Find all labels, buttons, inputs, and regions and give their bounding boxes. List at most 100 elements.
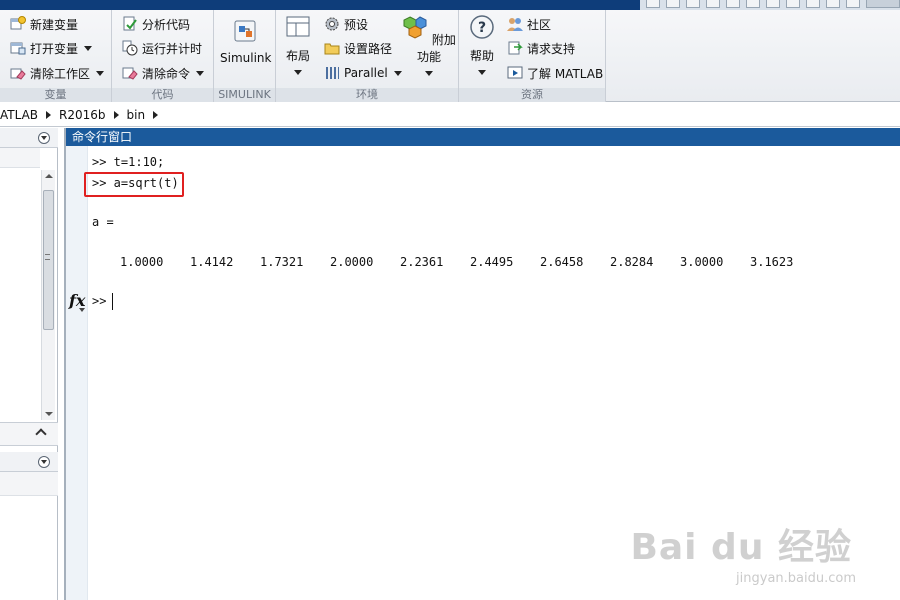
output-value: 2.6458 [540, 255, 584, 269]
current-folder-address-bar[interactable]: ATLAB R2016b bin [0, 103, 900, 127]
details-collapse-bar[interactable] [0, 422, 58, 446]
dropdown-caret-icon [425, 71, 433, 76]
request-support-button[interactable]: 请求支持 [507, 38, 575, 58]
dropdown-caret-icon [478, 70, 486, 75]
simulink-button[interactable]: Simulink [220, 14, 271, 65]
toolstrip: 新建变量 打开变量 清除工作区 变量 分析代码 运行并计时 清除命令 代码 Si… [0, 10, 900, 102]
dropdown-caret-icon [196, 70, 205, 76]
quick-access-button[interactable] [646, 0, 660, 8]
group-variable: 新建变量 打开变量 清除工作区 变量 [0, 10, 112, 102]
output-value: 3.1623 [750, 255, 794, 269]
watermark-logo: Bai du 经验 [630, 527, 852, 568]
command-prompt[interactable]: >> [92, 294, 106, 308]
run-and-time-button[interactable]: 运行并计时 [122, 38, 202, 58]
workspace-column-header [0, 472, 58, 496]
output-value: 2.8284 [610, 255, 654, 269]
quick-access-button[interactable] [746, 0, 760, 8]
layout-button[interactable]: 布局 [280, 14, 316, 78]
stopwatch-icon [122, 40, 138, 56]
quick-access-button[interactable] [666, 0, 680, 8]
column-header [0, 148, 40, 168]
quick-access-button[interactable] [766, 0, 780, 8]
search-documentation-box[interactable] [866, 0, 900, 8]
new-variable-button[interactable]: 新建变量 [10, 14, 78, 34]
breadcrumb-item[interactable]: ATLAB [0, 108, 38, 122]
quick-access-toolbar [640, 0, 900, 10]
scroll-grip-icon [45, 254, 50, 260]
output-value: 3.0000 [680, 255, 724, 269]
parallel-icon [326, 67, 339, 79]
help-circle-button[interactable] [846, 0, 860, 8]
breadcrumb-item[interactable]: bin [127, 108, 146, 122]
simulink-icon [234, 20, 256, 42]
output-value: 1.4142 [190, 255, 234, 269]
scroll-down-icon[interactable] [45, 412, 53, 416]
command-window-title: 命令行窗口 [66, 128, 900, 146]
clear-workspace-button[interactable]: 清除工作区 [10, 63, 105, 83]
preferences-button[interactable]: 预设 [324, 14, 368, 34]
workspace-panel-header [0, 452, 58, 472]
scrollbar-thumb[interactable] [43, 190, 54, 330]
learn-matlab-button[interactable]: 了解 MATLAB [507, 63, 603, 83]
layout-icon [286, 16, 310, 37]
group-resources: ? 帮助 社区 请求支持 了解 MATLAB 资源 [459, 10, 606, 102]
quick-access-button[interactable] [806, 0, 820, 8]
vertical-scrollbar[interactable] [41, 170, 55, 420]
function-browser-caret-icon[interactable] [79, 308, 85, 312]
open-variable-icon [10, 42, 26, 55]
output-value: 1.7321 [260, 255, 304, 269]
group-label-code: 代码 [112, 88, 213, 102]
learn-icon [507, 66, 523, 79]
addons-button[interactable]: 附加功能 [402, 14, 456, 79]
chevron-up-icon[interactable] [35, 428, 47, 440]
group-label-environment: 环境 [276, 88, 458, 102]
community-button[interactable]: 社区 [507, 14, 551, 34]
quick-access-button[interactable] [786, 0, 800, 8]
clear-commands-button[interactable]: 清除命令 [122, 63, 205, 83]
set-path-button[interactable]: 设置路径 [324, 38, 392, 58]
help-button[interactable]: ? 帮助 [465, 14, 499, 78]
group-label-resources: 资源 [459, 88, 605, 102]
command-gutter [66, 146, 88, 600]
scroll-up-icon[interactable] [45, 174, 53, 178]
breadcrumb-separator-icon[interactable] [46, 110, 52, 119]
quick-access-button[interactable] [826, 0, 840, 8]
group-simulink: Simulink SIMULINK [214, 10, 276, 102]
eraser-icon [10, 68, 26, 80]
svg-text:?: ? [478, 20, 486, 36]
breadcrumb-separator-icon[interactable] [153, 110, 159, 119]
group-code: 分析代码 运行并计时 清除命令 代码 [112, 10, 214, 102]
dropdown-caret-icon [294, 70, 302, 75]
breadcrumb-separator-icon[interactable] [113, 110, 119, 119]
open-variable-button[interactable]: 打开变量 [10, 38, 93, 58]
new-variable-icon [10, 16, 26, 30]
support-icon [508, 41, 523, 55]
dropdown-caret-icon [84, 45, 93, 51]
panel-header [0, 128, 58, 148]
analyze-code-button[interactable]: 分析代码 [122, 14, 190, 34]
folder-icon [324, 43, 340, 55]
gear-icon [325, 17, 339, 31]
command-line: >> t=1:10; [92, 155, 165, 169]
breadcrumb-item[interactable]: R2016b [59, 108, 106, 122]
output-value: 2.2361 [400, 255, 444, 269]
dropdown-caret-icon [393, 70, 402, 76]
panel-menu-icon[interactable] [38, 132, 50, 144]
title-bar [0, 0, 900, 10]
output-value: 2.4495 [470, 255, 514, 269]
parallel-button[interactable]: Parallel [324, 63, 402, 83]
quick-access-button[interactable] [726, 0, 740, 8]
quick-access-button[interactable] [706, 0, 720, 8]
output-value: 1.0000 [120, 255, 164, 269]
addons-cubes-icon [403, 16, 427, 39]
text-cursor [112, 293, 113, 310]
help-icon: ? [470, 15, 494, 39]
group-label-simulink: SIMULINK [214, 88, 275, 102]
output-values-row: 1.0000 1.4142 1.7321 2.0000 2.2361 2.449… [120, 255, 820, 269]
panel-menu-icon[interactable] [38, 456, 50, 468]
matlab-window: 新建变量 打开变量 清除工作区 变量 分析代码 运行并计时 清除命令 代码 Si… [0, 0, 900, 600]
quick-access-button[interactable] [686, 0, 700, 8]
output-variable-name: a = [92, 215, 114, 229]
eraser-icon [122, 67, 138, 80]
community-icon [507, 18, 523, 31]
